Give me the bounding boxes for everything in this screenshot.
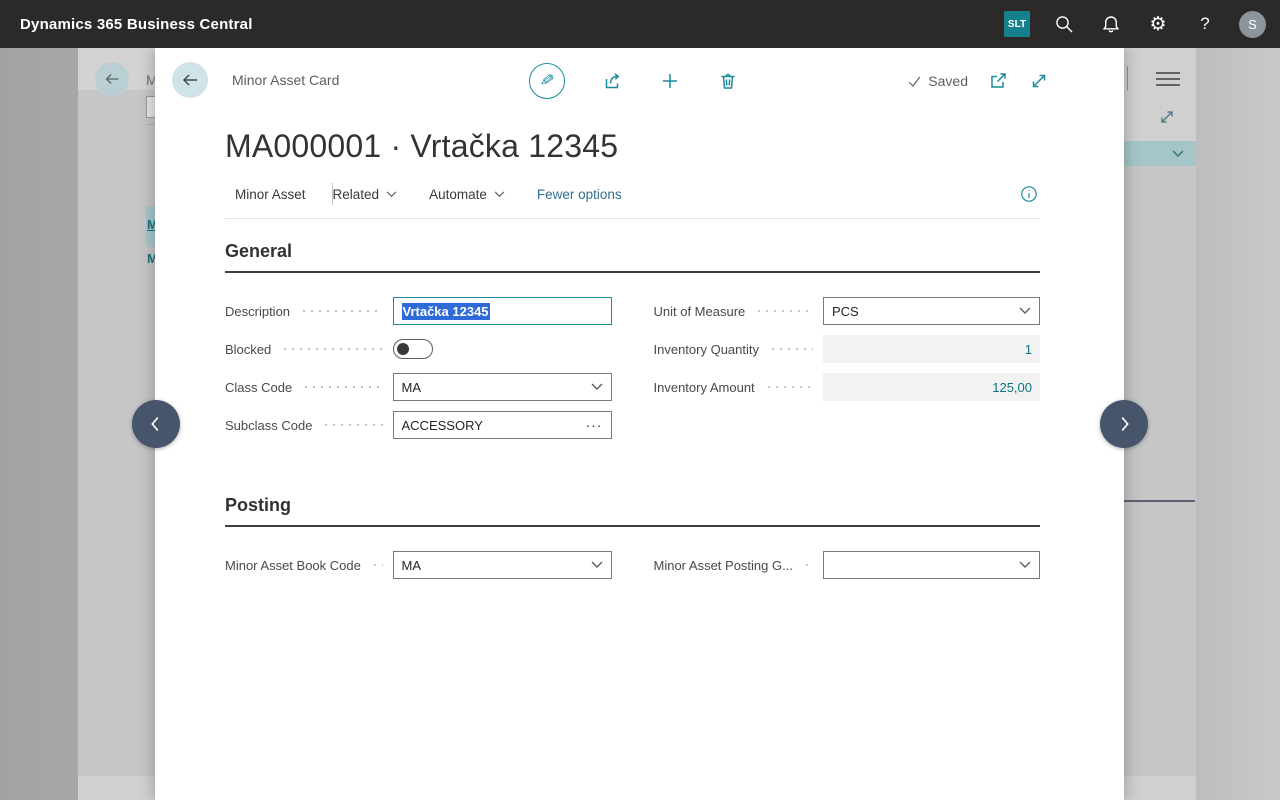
inventory-quantity-field-row: Inventory Quantity 1 <box>654 335 1041 363</box>
dotted-leader <box>803 563 813 567</box>
notifications-icon[interactable] <box>1098 11 1124 37</box>
background-search-box <box>146 96 155 118</box>
book-code-label: Minor Asset Book Code <box>225 558 361 573</box>
dotted-leader <box>300 309 382 313</box>
topbar-actions: SLT ⚙ ? S <box>1004 11 1266 38</box>
next-record-button[interactable] <box>1100 400 1148 448</box>
page-caption: Minor Asset Card <box>232 72 339 88</box>
dotted-leader <box>281 347 382 351</box>
environment-badge[interactable]: SLT <box>1004 11 1030 37</box>
screen: Dynamics 365 Business Central SLT ⚙ ? S … <box>0 0 1280 800</box>
new-record-button[interactable] <box>659 70 681 92</box>
back-button[interactable] <box>172 62 208 98</box>
menu-fewer-options[interactable]: Fewer options <box>537 187 622 202</box>
blocked-toggle[interactable] <box>393 339 433 359</box>
class-code-label: Class Code <box>225 380 292 395</box>
unit-of-measure-field-row: Unit of Measure PCS <box>654 297 1041 325</box>
open-in-new-window-button[interactable] <box>987 70 1009 92</box>
action-menu: Minor Asset Related Automate Fewer optio… <box>225 183 1040 219</box>
unit-of-measure-select[interactable]: PCS <box>823 297 1040 325</box>
previous-record-button[interactable] <box>132 400 180 448</box>
expand-button[interactable] <box>1028 70 1050 92</box>
subclass-code-input[interactable]: ACCESSORY ··· <box>393 411 612 439</box>
avatar[interactable]: S <box>1239 11 1266 38</box>
dotted-leader <box>769 347 813 351</box>
topbar: Dynamics 365 Business Central SLT ⚙ ? S <box>0 0 1280 48</box>
general-section: General Description Vrtačka 12345 Blocke… <box>225 241 1040 449</box>
page-backdrop: M M M <box>0 48 1280 800</box>
help-icon[interactable]: ? <box>1192 11 1218 37</box>
background-expand-icon <box>1158 108 1176 131</box>
subclass-code-field-row: Subclass Code ACCESSORY ··· <box>225 411 612 439</box>
chevron-down-icon <box>494 191 505 198</box>
inventory-amount-field-row: Inventory Amount 125,00 <box>654 373 1041 401</box>
background-section-line <box>1124 500 1195 502</box>
save-status: Saved <box>907 73 968 89</box>
posting-group-field-row: Minor Asset Posting G... <box>654 551 1041 579</box>
record-title: MA000001 · Vrtačka 12345 <box>155 114 1124 165</box>
card-header: Minor Asset Card ✎ <box>155 48 1124 114</box>
menu-automate[interactable]: Automate <box>429 187 505 202</box>
background-divider <box>146 124 155 125</box>
hamburger-icon <box>1156 72 1180 86</box>
dotted-leader <box>322 423 382 427</box>
posting-group-label: Minor Asset Posting G... <box>654 558 793 573</box>
chevron-down-icon[interactable] <box>1019 307 1031 315</box>
background-row-link: M <box>147 217 155 232</box>
background-back-icon <box>95 62 129 96</box>
dotted-leader <box>371 563 383 567</box>
chevron-down-icon[interactable] <box>591 561 603 569</box>
chevron-down-icon[interactable] <box>591 383 603 391</box>
unit-of-measure-label: Unit of Measure <box>654 304 746 319</box>
dotted-leader <box>755 309 813 313</box>
posting-group-select[interactable] <box>823 551 1040 579</box>
subclass-code-label: Subclass Code <box>225 418 312 433</box>
inventory-quantity-label: Inventory Quantity <box>654 342 760 357</box>
info-icon[interactable] <box>1020 185 1038 203</box>
posting-heading[interactable]: Posting <box>225 495 1040 527</box>
menu-minor-asset[interactable]: Minor Asset <box>235 187 306 202</box>
inventory-amount-label: Inventory Amount <box>654 380 755 395</box>
toggle-knob <box>397 343 409 355</box>
blocked-field-row: Blocked <box>225 335 612 363</box>
background-row-link: M <box>147 251 155 266</box>
pencil-icon: ✎ <box>539 70 556 92</box>
delete-button[interactable] <box>717 70 739 92</box>
background-teal-bar <box>1124 141 1196 166</box>
inventory-quantity-value[interactable]: 1 <box>823 335 1040 363</box>
settings-gear-icon[interactable]: ⚙ <box>1145 11 1171 37</box>
minor-asset-card: Minor Asset Card ✎ <box>155 48 1124 800</box>
description-selected-text: Vrtačka 12345 <box>402 303 490 320</box>
book-code-select[interactable]: MA <box>393 551 612 579</box>
class-code-select[interactable]: MA <box>393 373 612 401</box>
class-code-field-row: Class Code MA <box>225 373 612 401</box>
dotted-leader <box>765 385 813 389</box>
share-button[interactable] <box>601 70 623 92</box>
description-label: Description <box>225 304 290 319</box>
save-status-label: Saved <box>928 73 968 89</box>
chevron-down-icon <box>386 191 397 198</box>
chevron-down-icon[interactable] <box>1019 561 1031 569</box>
blocked-label: Blocked <box>225 342 271 357</box>
check-icon <box>907 74 922 89</box>
description-field-row: Description Vrtačka 12345 <box>225 297 612 325</box>
description-input[interactable]: Vrtačka 12345 <box>393 297 612 325</box>
general-heading[interactable]: General <box>225 241 1040 273</box>
inventory-amount-value[interactable]: 125,00 <box>823 373 1040 401</box>
search-icon[interactable] <box>1051 11 1077 37</box>
app-title: Dynamics 365 Business Central <box>20 16 253 33</box>
background-vertical-divider <box>1127 66 1128 90</box>
book-code-field-row: Minor Asset Book Code MA <box>225 551 612 579</box>
dotted-leader <box>302 385 382 389</box>
menu-related[interactable]: Related <box>333 187 398 202</box>
posting-section: Posting Minor Asset Book Code MA <box>225 495 1040 589</box>
edit-button[interactable]: ✎ <box>529 63 565 99</box>
